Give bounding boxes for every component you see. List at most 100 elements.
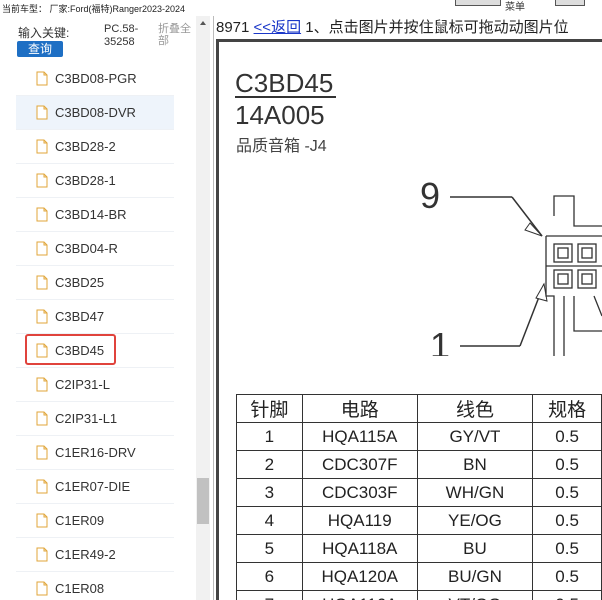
wire-color-cell: YE/OG <box>416 506 534 535</box>
tree-item-label: C1ER09 <box>55 513 105 528</box>
file-icon <box>36 513 48 528</box>
gauge-cell: 0.5 <box>532 506 602 535</box>
file-icon <box>36 377 48 392</box>
wire-color-cell: WH/GN <box>416 478 534 507</box>
tree-item[interactable]: C3BD04-R <box>16 232 174 266</box>
tree-item[interactable]: C2IP31-L <box>16 368 174 402</box>
connector-code: C3BD45 <box>235 68 334 98</box>
header-circuit: 电路 <box>301 394 418 423</box>
tree-item-label: C2IP31-L <box>55 377 110 392</box>
pin-cell: 4 <box>236 506 303 535</box>
pin-cell: 5 <box>236 534 303 563</box>
circuit-cell: HQA116A <box>301 590 418 600</box>
tree-item-label: C3BD14-BR <box>55 207 127 222</box>
tree-item[interactable]: C3BD08-DVR <box>16 96 174 130</box>
part-number: 14A005 <box>235 100 325 130</box>
callout-label-bottom: 1 <box>430 325 450 356</box>
connector-tree: C3BD08-PGR C3BD08-DVR C3BD28-2 C3BD28-1 C3BD… <box>16 62 174 600</box>
pin-cell: 7 <box>236 590 303 600</box>
file-icon <box>36 173 48 188</box>
callout-label-top: 9 <box>420 175 440 216</box>
callout-arrow-bottom <box>535 282 548 302</box>
file-icon <box>36 411 48 426</box>
table-row: 7HQA116AVT/OG0.5 <box>236 590 602 600</box>
file-icon <box>36 581 48 596</box>
header-wire-color: 线色 <box>416 394 534 423</box>
sidebar: 输入关键: 查询 PC.58-35258 折叠全部 C3BD08-PGR C3BD… <box>0 16 214 600</box>
part-description: 品质音箱 -J4 <box>236 138 327 155</box>
file-icon <box>36 309 48 324</box>
file-icon <box>36 71 48 86</box>
gauge-cell: 0.5 <box>532 450 602 479</box>
gauge-cell: 0.5 <box>532 478 602 507</box>
tree-item[interactable]: C3BD14-BR <box>16 198 174 232</box>
gauge-cell: 0.5 <box>532 562 602 591</box>
back-link[interactable]: <<返回 <box>254 19 302 36</box>
circuit-cell: HQA120A <box>301 562 418 591</box>
instruction-text: 1、点击图片并按住鼠标可拖动动图片位 <box>305 19 569 36</box>
tree-item[interactable]: C3BD08-PGR <box>16 62 174 96</box>
current-vehicle: 当前车型： 厂家:Ford(福特)Ranger2023-2024 <box>2 4 186 14</box>
gauge-cell: 0.5 <box>532 422 602 451</box>
table-row: 3 CDC303F WH/GN 0.5 <box>236 478 602 507</box>
gauge-cell: 0.5 <box>532 590 602 600</box>
pin-cell: 3 <box>236 478 303 507</box>
menu-button[interactable]: 菜单 <box>505 0 525 13</box>
table-row: 5 HQA118A BU 0.5 <box>236 534 602 563</box>
file-icon <box>36 275 48 290</box>
tree-item-label: C1ER16-DRV <box>55 445 136 460</box>
content-pane: 8971 <<返回 1、点击图片并按住鼠标可拖动动图片位 C3BD45 14A0… <box>214 16 602 600</box>
sidebar-scroll-thumb[interactable] <box>197 478 209 524</box>
tree-item[interactable]: C1ER07-DIE <box>16 470 174 504</box>
connector-body <box>545 195 602 356</box>
tree-item[interactable]: C2IP31-L1 <box>16 402 174 436</box>
tree-item-label: C3BD28-2 <box>55 139 116 154</box>
tree-item-label: C3BD04-R <box>55 241 118 256</box>
tree-item[interactable]: C1ER16-DRV <box>16 436 174 470</box>
tree-item[interactable]: C3BD47 <box>16 300 174 334</box>
table-row: 2 CDC307F BN 0.5 <box>236 450 602 479</box>
tree-item-label: C2IP31-L1 <box>55 411 118 426</box>
circuit-cell: CDC307F <box>301 450 418 479</box>
tree-item[interactable]: C1ER08 <box>16 572 174 600</box>
pin-table: 针脚 电路 线色 规格 1 HQA115A GY/VT 0.5 2 CDC307F BN 0.… <box>236 394 602 600</box>
arrow-up-icon[interactable] <box>196 16 210 30</box>
file-icon <box>36 547 48 562</box>
circuit-cell: HQA119 <box>301 506 418 535</box>
page-number: 8971 <box>216 19 250 36</box>
selected-item-highlight <box>25 334 116 365</box>
tree-item[interactable]: C1ER49-2 <box>16 538 174 572</box>
tree-item-label: C3BD08-PGR <box>55 71 137 86</box>
top-button-right[interactable] <box>555 0 585 6</box>
tree-item[interactable]: C3BD28-1 <box>16 164 174 198</box>
circuit-cell: HQA118A <box>301 534 418 563</box>
tree-item-label: C1ER07-DIE <box>55 479 131 494</box>
wire-color-cell: BU/GN <box>416 562 534 591</box>
nav-line: 8971 <<返回 1、点击图片并按住鼠标可拖动动图片位 <box>216 16 569 37</box>
tree-item[interactable]: C3BD28-2 <box>16 130 174 164</box>
circuit-cell: CDC303F <box>301 478 418 507</box>
wire-color-cell: GY/VT <box>416 422 534 451</box>
collapse-all-button[interactable]: 折叠全部 <box>158 23 198 47</box>
tree-item-label: C1ER08 <box>55 581 105 596</box>
file-icon <box>36 105 48 120</box>
pin-cell: 1 <box>236 422 303 451</box>
search-label: 输入关键: <box>18 26 70 40</box>
tree-item-label: C3BD47 <box>55 309 105 324</box>
circuit-cell: HQA115A <box>301 422 418 451</box>
search-button[interactable]: 查询 <box>17 41 63 57</box>
tree-item[interactable]: C3BD25 <box>16 266 174 300</box>
header-gauge: 规格 <box>532 394 602 423</box>
pin-cell: 2 <box>236 450 303 479</box>
top-button-left[interactable] <box>455 0 501 6</box>
wire-color-cell: BU <box>416 534 534 563</box>
pin-cell: 6 <box>236 562 303 591</box>
tree-item-label: C3BD08-DVR <box>55 105 136 120</box>
pin-table-header: 针脚 电路 线色 规格 <box>236 394 602 423</box>
file-icon <box>36 139 48 154</box>
code-underline <box>235 96 336 98</box>
gauge-cell: 0.5 <box>532 534 602 563</box>
header-pin: 针脚 <box>236 394 303 423</box>
tree-item[interactable]: C1ER09 <box>16 504 174 538</box>
tree-item-label: C3BD28-1 <box>55 173 116 188</box>
